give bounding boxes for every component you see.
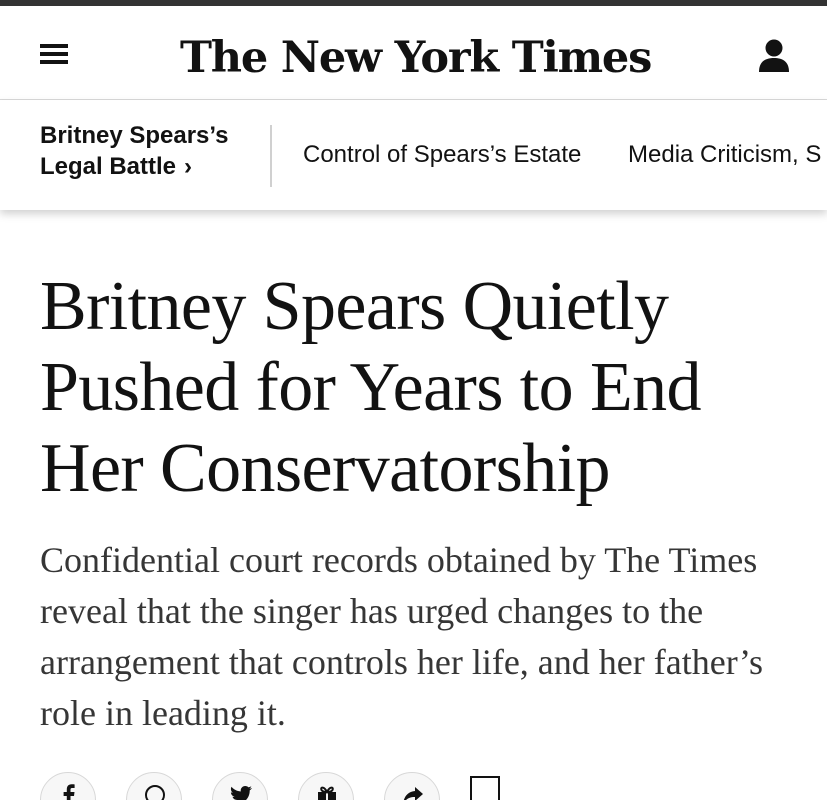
subnav-link-estate[interactable]: Control of Spears’s Estate (303, 140, 581, 170)
nyt-logo[interactable]: The New York Times (180, 30, 652, 86)
hamburger-menu-icon[interactable] (38, 41, 70, 67)
facebook-share-button[interactable] (40, 772, 96, 800)
bookmark-icon[interactable] (470, 776, 500, 800)
whatsapp-share-button[interactable] (126, 772, 182, 800)
facebook-icon (63, 784, 75, 800)
gift-article-button[interactable] (298, 772, 354, 800)
subnav-title-link[interactable]: Britney Spears’s Legal Battle › (40, 120, 260, 182)
article-headline: Britney Spears Quietly Pushed for Years … (40, 268, 702, 507)
article-summary: Confidential court records obtained by T… (40, 540, 764, 733)
story-subnav: Britney Spears’s Legal Battle › Control o… (0, 100, 827, 210)
twitter-share-button[interactable] (212, 772, 268, 800)
masthead-header: The New York Times (0, 6, 827, 100)
subnav-title-text: Britney Spears’s Legal Battle (40, 122, 229, 180)
twitter-icon (230, 786, 252, 800)
chevron-right-icon: › (184, 153, 193, 180)
user-account-icon[interactable] (755, 36, 793, 74)
share-arrow-icon (403, 787, 423, 800)
gift-icon (318, 786, 336, 800)
more-share-button[interactable] (384, 772, 440, 800)
subnav-divider (270, 125, 272, 187)
share-toolbar (0, 772, 827, 800)
whatsapp-icon (145, 785, 165, 800)
subnav-link-media-criticism[interactable]: Media Criticism, S (628, 140, 821, 170)
